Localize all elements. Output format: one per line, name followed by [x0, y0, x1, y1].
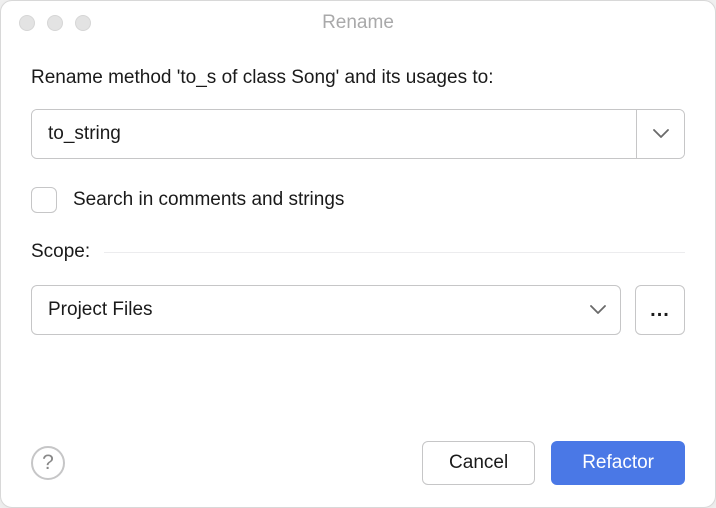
name-dropdown-toggle[interactable]	[636, 110, 684, 158]
scope-more-button[interactable]: ...	[635, 285, 685, 335]
rename-prompt: Rename method 'to_s of class Song' and i…	[31, 67, 685, 89]
footer-buttons: Cancel Refactor	[422, 441, 685, 485]
search-comments-row: Search in comments and strings	[31, 187, 685, 213]
rename-dialog: Rename Rename method 'to_s of class Song…	[0, 0, 716, 508]
help-button[interactable]: ?	[31, 446, 65, 480]
scope-label: Scope:	[31, 241, 90, 263]
minimize-icon[interactable]	[47, 15, 63, 31]
search-comments-checkbox[interactable]	[31, 187, 57, 213]
traffic-lights	[19, 15, 91, 31]
scope-row: Project Files ...	[31, 285, 685, 335]
window-title: Rename	[15, 12, 701, 34]
cancel-button[interactable]: Cancel	[422, 441, 535, 485]
name-combobox	[31, 109, 685, 159]
chevron-down-icon	[653, 129, 669, 139]
scope-divider	[104, 252, 685, 253]
scope-dropdown[interactable]: Project Files	[31, 285, 621, 335]
scope-dropdown-value: Project Files	[48, 299, 153, 321]
titlebar: Rename	[1, 1, 715, 45]
search-comments-label: Search in comments and strings	[73, 189, 344, 211]
dialog-footer: ? Cancel Refactor	[31, 441, 685, 485]
chevron-down-icon	[590, 305, 606, 315]
close-icon[interactable]	[19, 15, 35, 31]
name-input[interactable]	[32, 110, 636, 158]
zoom-icon[interactable]	[75, 15, 91, 31]
dialog-content: Rename method 'to_s of class Song' and i…	[1, 45, 715, 507]
refactor-button[interactable]: Refactor	[551, 441, 685, 485]
scope-header: Scope:	[31, 241, 685, 263]
